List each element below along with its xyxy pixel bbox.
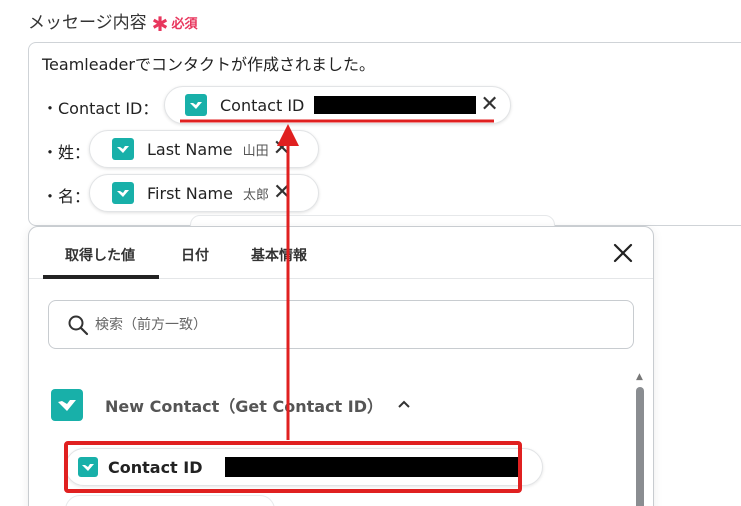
chip-label: Last Name (147, 139, 233, 159)
redacted-value (314, 96, 477, 114)
field-label: メッセージ内容 ✱ 必須 (28, 8, 198, 36)
editor-line-prefix: ・名： (42, 187, 91, 206)
result-item-label: Contact ID (108, 457, 203, 477)
result-item-contact-id[interactable]: Contact ID (65, 448, 543, 486)
editor-line-prefix: ・Contact ID： (42, 99, 159, 118)
variable-picker-panel: 取得した値 日付 基本情報 New Contact（Get Contact ID… (28, 226, 654, 506)
chip-preview-value: 太郎 (242, 187, 269, 203)
teamleader-app-icon (112, 138, 134, 160)
close-icon[interactable]: ✕ (480, 94, 498, 116)
variable-chip-first-name[interactable]: First Name 太郎 ✕ (89, 174, 319, 212)
chip-label: Contact ID (220, 95, 305, 115)
editor-intro-text: Teamleaderでコンタクトが作成されました。 (42, 55, 375, 74)
group-title: New Contact（Get Contact ID） (105, 397, 384, 416)
tab-basic-info[interactable]: 基本情報 (251, 245, 307, 265)
chevron-up-icon[interactable] (397, 397, 411, 413)
next-result-item[interactable] (65, 495, 275, 506)
teamleader-app-icon (112, 182, 134, 204)
scrollbar-thumb[interactable] (636, 387, 644, 506)
editor-line-prefix: ・姓： (42, 143, 91, 162)
teamleader-app-icon (78, 457, 98, 477)
chip-label: First Name (147, 183, 233, 203)
field-label-text: メッセージ内容 (28, 13, 147, 33)
variable-chip-last-name[interactable]: Last Name 山田 ✕ (89, 130, 319, 168)
message-editor[interactable]: Teamleaderでコンタクトが作成されました。 ・Contact ID： C… (28, 42, 741, 226)
search-icon (68, 315, 89, 335)
teamleader-app-icon (185, 94, 207, 116)
close-icon[interactable] (612, 241, 634, 269)
active-tab-indicator (43, 275, 159, 279)
variable-chip-contact-id[interactable]: Contact ID ✕ (164, 86, 511, 124)
redacted-value (224, 457, 521, 477)
search-box[interactable] (48, 300, 634, 349)
tab-date[interactable]: 日付 (181, 245, 209, 265)
chip-preview-value: 山田 (242, 143, 269, 159)
search-input[interactable] (95, 316, 575, 333)
required-asterisk: ✱ (151, 12, 169, 36)
close-icon[interactable]: ✕ (273, 138, 291, 160)
teamleader-app-icon (51, 389, 83, 421)
group-header-new-contact[interactable]: New Contact（Get Contact ID） (51, 389, 411, 421)
close-icon[interactable]: ✕ (273, 182, 291, 204)
tab-acquired-values[interactable]: 取得した値 (65, 245, 135, 265)
scroll-up-arrow-icon[interactable]: ▲ (636, 372, 643, 382)
required-badge: 必須 (171, 17, 198, 32)
